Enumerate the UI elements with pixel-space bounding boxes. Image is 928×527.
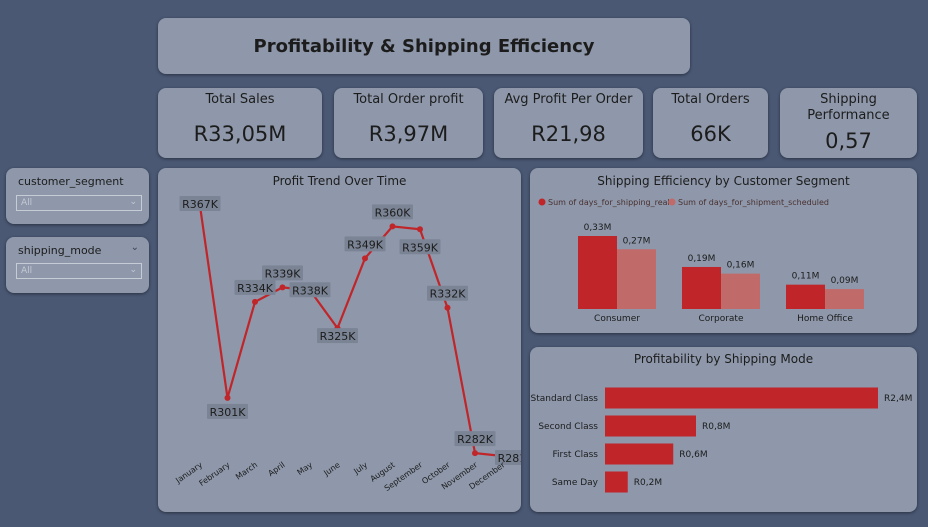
legend-label: Sum of days_for_shipping_real xyxy=(548,198,670,207)
column-bar xyxy=(721,273,760,309)
legend-marker xyxy=(538,198,546,206)
slicer-label: shipping_mode xyxy=(18,244,102,257)
shipping-efficiency-card: Shipping Efficiency by Customer Segment … xyxy=(530,168,917,333)
data-label: R338K xyxy=(292,284,329,297)
data-label: R359K xyxy=(402,241,439,254)
kpi-value: 66K xyxy=(690,122,731,146)
x-tick-label: June xyxy=(321,460,341,478)
slicer-label: customer_segment xyxy=(18,175,124,188)
kpi-label: Shipping Performance xyxy=(807,92,890,123)
x-tick-label: Corporate xyxy=(699,314,744,324)
profit-by-mode-chart: Standard Class R2,4M Second Class R0,8M Firs… xyxy=(531,387,912,493)
legend-label: Sum of days_for_shipment_scheduled xyxy=(678,198,829,207)
profit-trend-chart: R367K R301K R334K R339K R338K R325K R349K R360K… xyxy=(173,196,521,493)
column-bar xyxy=(617,249,656,309)
x-tick-label: Consumer xyxy=(594,314,640,324)
chevron-down-icon: ⌄ xyxy=(129,265,137,275)
data-label: R0,6M xyxy=(679,450,707,460)
data-label: 0,11M xyxy=(792,272,820,282)
column-bar xyxy=(825,289,864,309)
dashboard-title: Profitability & Shipping Efficiency xyxy=(253,35,595,57)
data-label: R282K xyxy=(457,433,494,446)
shipping-mode-dropdown[interactable]: All ⌄ xyxy=(16,263,142,279)
bar xyxy=(605,387,878,409)
x-tick-label: Home Office xyxy=(797,314,853,324)
kpi-label: Total Sales xyxy=(205,92,275,107)
shipping-efficiency-chart: Sum of days_for_shipping_real Sum of days… xyxy=(538,198,864,324)
column-bar xyxy=(578,236,617,309)
dropdown-value: All xyxy=(21,198,33,208)
slicer-shipping-mode[interactable]: shipping_mode ⌄ All ⌄ xyxy=(6,237,149,293)
x-tick-label: April xyxy=(266,460,286,478)
profit-by-mode-card: Profitability by Shipping Mode Standard … xyxy=(530,347,917,512)
data-label: R2,4M xyxy=(884,394,912,404)
kpi-value: R21,98 xyxy=(531,122,606,146)
data-label: R360K xyxy=(375,206,412,219)
chevron-down-icon: ⌄ xyxy=(129,197,137,207)
column-bar xyxy=(786,284,825,309)
x-tick-label: July xyxy=(351,460,369,476)
data-label: R349K xyxy=(347,238,384,251)
data-point xyxy=(389,223,396,230)
kpi-label: Total Order profit xyxy=(353,92,464,107)
kpi-value: R33,05M xyxy=(193,122,287,146)
data-label: 0,33M xyxy=(584,223,612,233)
data-point xyxy=(472,450,478,457)
data-point xyxy=(224,394,231,401)
y-tick-label: First Class xyxy=(553,450,599,460)
x-tick-label: March xyxy=(234,460,259,481)
data-label: R0,8M xyxy=(702,422,730,432)
bar xyxy=(605,415,696,437)
kpi-total-orders: Total Orders 66K xyxy=(653,88,768,158)
kpi-label: Avg Profit Per Order xyxy=(504,92,633,107)
chevron-down-icon[interactable]: ⌄ xyxy=(131,242,139,253)
data-label: 0,27M xyxy=(623,236,651,246)
x-tick-label: May xyxy=(295,460,314,477)
kpi-value: R3,97M xyxy=(368,122,449,146)
customer-segment-dropdown[interactable]: All ⌄ xyxy=(16,195,142,211)
kpi-avg-profit: Avg Profit Per Order R21,98 xyxy=(494,88,643,158)
column-bar xyxy=(682,266,721,309)
x-tick-label: February xyxy=(197,460,231,488)
legend-marker xyxy=(668,198,676,206)
kpi-label: Total Orders xyxy=(671,92,750,107)
data-label: 0,09M xyxy=(831,276,859,286)
data-label: R0,2M xyxy=(634,478,662,488)
data-label: R334K xyxy=(237,282,274,295)
profit-trend-card: Profit Trend Over Time R367K R301K R334K R3… xyxy=(158,168,521,512)
data-point xyxy=(362,255,368,262)
data-point xyxy=(279,284,286,291)
kpi-total-order-profit: Total Order profit R3,97M xyxy=(334,88,483,158)
y-tick-label: Standard Class xyxy=(531,394,599,404)
dashboard-title-card: Profitability & Shipping Efficiency xyxy=(158,18,690,74)
kpi-value: 0,57 xyxy=(825,129,872,153)
y-tick-label: Same Day xyxy=(552,478,599,488)
data-label: R301K xyxy=(210,406,247,419)
bar xyxy=(605,471,628,493)
data-label: R332K xyxy=(430,288,467,301)
data-label: R339K xyxy=(265,267,302,280)
data-label: 0,16M xyxy=(727,261,755,271)
dropdown-value: All xyxy=(21,266,33,276)
kpi-shipping-performance: Shipping Performance 0,57 xyxy=(780,88,917,158)
bar xyxy=(605,443,674,465)
data-label: R325K xyxy=(320,330,357,343)
data-point xyxy=(252,298,258,305)
kpi-total-sales: Total Sales R33,05M xyxy=(158,88,322,158)
slicer-customer-segment[interactable]: customer_segment All ⌄ xyxy=(6,168,149,224)
data-point xyxy=(417,226,423,233)
data-label: 0,19M xyxy=(688,254,716,264)
data-point xyxy=(444,304,451,311)
y-tick-label: Second Class xyxy=(538,422,598,432)
data-label: R367K xyxy=(182,198,219,211)
